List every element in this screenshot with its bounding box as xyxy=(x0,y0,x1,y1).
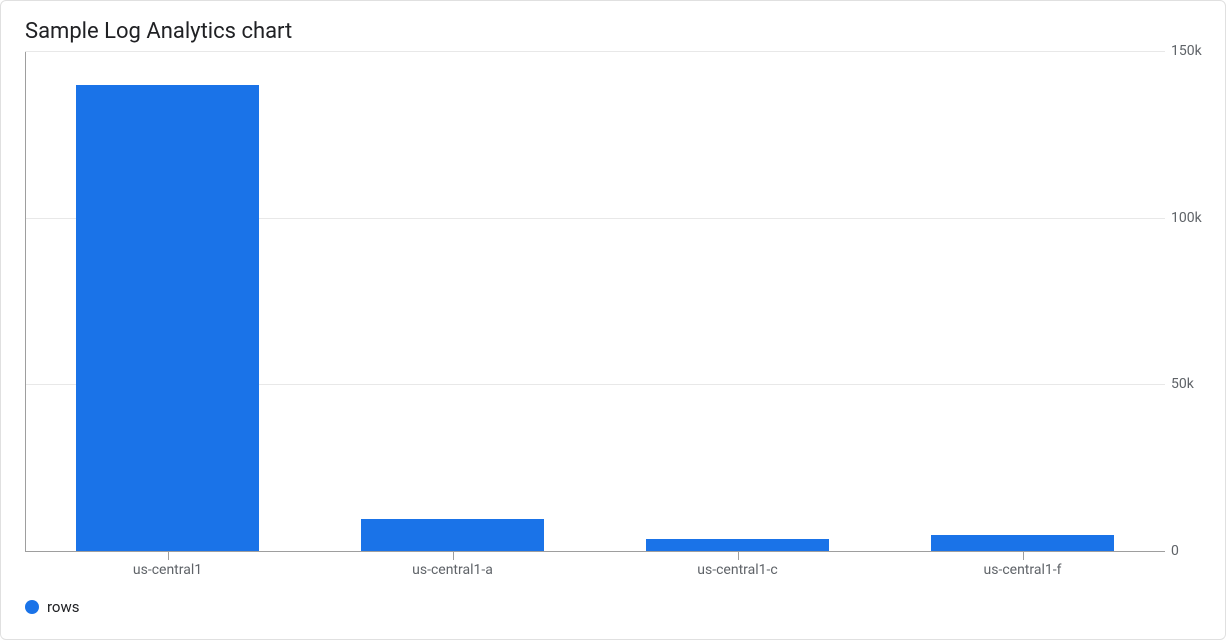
bar-slot xyxy=(310,52,595,552)
y-tick-label: 0 xyxy=(1171,543,1215,559)
y-tick-label: 100k xyxy=(1171,210,1215,226)
x-tick-label: us-central1-a xyxy=(310,562,595,578)
x-tick xyxy=(738,552,739,560)
bar-slot xyxy=(880,52,1165,552)
y-tick-label: 150k xyxy=(1171,43,1215,59)
chart-plot-area: 150k 100k 50k 0 xyxy=(1,52,1225,552)
chart-card: Sample Log Analytics chart 150k 100k 50k… xyxy=(0,0,1226,640)
bar-us-central1-a[interactable] xyxy=(361,519,543,552)
bar-us-central1-c[interactable] xyxy=(646,539,828,552)
chart-title: Sample Log Analytics chart xyxy=(1,1,1225,52)
legend-dot-icon xyxy=(25,600,39,614)
bar-us-central1[interactable] xyxy=(76,85,258,552)
x-tick xyxy=(168,552,169,560)
x-tick-label: us-central1-c xyxy=(595,562,880,578)
y-axis xyxy=(25,52,26,552)
x-tick xyxy=(453,552,454,560)
legend: rows xyxy=(1,578,1225,628)
bar-us-central1-f[interactable] xyxy=(931,535,1113,552)
bar-slot xyxy=(595,52,880,552)
bars-container xyxy=(25,52,1165,552)
legend-label: rows xyxy=(47,598,80,616)
bar-slot xyxy=(25,52,310,552)
x-tick-label: us-central1-f xyxy=(880,562,1165,578)
x-axis xyxy=(25,551,1165,552)
x-tick-label: us-central1 xyxy=(25,562,310,578)
x-axis-labels: us-central1 us-central1-a us-central1-c … xyxy=(1,552,1225,578)
x-tick xyxy=(1023,552,1024,560)
plot: 150k 100k 50k 0 xyxy=(25,52,1165,552)
y-tick-label: 50k xyxy=(1171,376,1215,392)
